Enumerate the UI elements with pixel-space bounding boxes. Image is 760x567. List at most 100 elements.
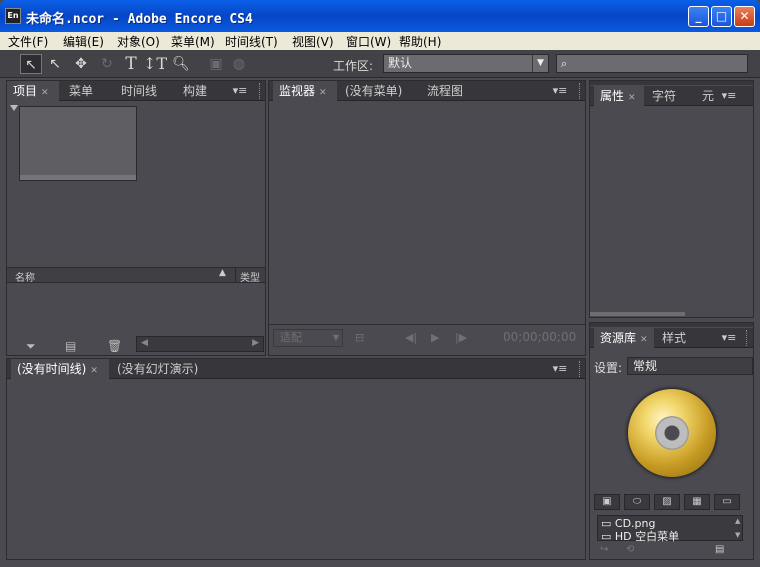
panel-top-strip — [590, 81, 753, 85]
panel-top-strip — [590, 323, 753, 327]
tab-no-slideshow[interactable]: (没有幻灯演示) — [111, 359, 217, 379]
column-type[interactable]: 类型 — [240, 269, 260, 284]
preview-icon[interactable]: ▣ — [205, 54, 227, 74]
control-divider — [269, 324, 585, 325]
menu-view[interactable]: 视图(V) — [292, 33, 334, 50]
next-frame-icon[interactable]: |▶ — [455, 331, 467, 344]
title-bar[interactable]: En 未命名.ncor - Adobe Encore CS4 _ □ ✕ — [0, 0, 760, 32]
library-item-cd[interactable]: ▭ CD.png — [601, 517, 741, 530]
safe-area-icon[interactable]: ⊟ — [355, 331, 364, 344]
fit-value: 适配 — [280, 331, 302, 344]
horizontal-scrollbar[interactable]: ◀ ▶ — [136, 336, 264, 352]
disc-hole — [655, 416, 689, 450]
rotate-tool-icon[interactable]: ↻ — [96, 54, 118, 74]
panel-menu-icon[interactable]: ▾≡ — [551, 361, 569, 377]
properties-tab-bar: 属性 ✕ 字符 元 ▾≡ — [590, 86, 753, 106]
tab-menu[interactable]: 菜单 — [63, 81, 113, 101]
text-tool-icon[interactable]: T — [120, 54, 142, 74]
menu-menu[interactable]: 菜单(M) — [171, 33, 215, 50]
folder-icon[interactable]: ▭ — [714, 494, 740, 510]
chevron-down-icon[interactable]: ▼ — [532, 55, 548, 72]
expand-triangle-icon[interactable] — [10, 105, 18, 111]
tab-no-timeline[interactable]: (没有时间线) ✕ — [11, 359, 109, 379]
sort-ascending-icon[interactable]: ▲ — [219, 268, 226, 278]
menu-edit[interactable]: 编辑(E) — [63, 33, 104, 50]
rounded-button-icon[interactable]: ⬭ — [624, 494, 650, 510]
previous-frame-icon[interactable]: ◀| — [405, 331, 417, 344]
tab-flowchart[interactable]: 流程图 — [421, 81, 481, 101]
menu-help[interactable]: 帮助(H) — [399, 33, 441, 50]
close-icon[interactable]: ✕ — [640, 335, 648, 345]
image-icon[interactable]: ▨ — [654, 494, 680, 510]
settings-label: 设置: — [594, 361, 623, 375]
minimize-button[interactable]: _ — [688, 6, 709, 27]
scroll-left-icon[interactable]: ◀ — [141, 338, 148, 348]
tab-library[interactable]: 资源库 ✕ — [594, 328, 654, 348]
panel-menu-icon[interactable]: ▾≡ — [551, 83, 569, 99]
panel-grip-icon[interactable] — [579, 361, 583, 377]
panel-menu-icon[interactable]: ▾≡ — [720, 330, 738, 346]
pattern-icon[interactable]: ▦ — [684, 494, 710, 510]
chevron-down-icon[interactable]: ▼ — [333, 330, 339, 346]
globe-icon[interactable]: ◍ — [228, 54, 250, 74]
window-title: 未命名.ncor - Adobe Encore CS4 — [26, 12, 253, 27]
tab-build[interactable]: 构建 — [177, 81, 227, 101]
menu-window[interactable]: 窗口(W) — [346, 33, 391, 50]
column-name[interactable]: 名称 — [15, 269, 35, 284]
search-input[interactable]: ⌕ — [556, 54, 748, 73]
scroll-indicator[interactable] — [590, 312, 685, 316]
delete-icon[interactable]: 🗑︎ — [107, 339, 122, 353]
move-tool-icon[interactable]: ✥ — [70, 54, 92, 74]
workspace-select[interactable]: 默认 ▼ — [383, 54, 549, 73]
panel-grip-icon[interactable] — [746, 330, 750, 346]
toolbar: ↖ ↖ ✥ ↻ T ↕T 🔍︎ ▣ ◍ 工作区: 默认 ▼ ⌕ — [0, 50, 760, 78]
tab-timeline[interactable]: 时间线 — [115, 81, 175, 101]
new-item-icon[interactable]: ▤ — [65, 339, 76, 353]
new-item-icon[interactable]: ▤ — [715, 544, 724, 555]
app-window: En 未命名.ncor - Adobe Encore CS4 _ □ ✕ 文件(… — [0, 0, 760, 567]
close-icon[interactable]: ✕ — [90, 366, 98, 376]
monitor-panel: 监视器 ✕ (没有菜单) 流程图 ▾≡ 适配 ▼ ⊟ ◀| ▶ |▶ 00;00;0… — [268, 80, 586, 356]
button-style-icon[interactable]: ▣ — [594, 494, 620, 510]
panel-menu-icon[interactable]: ▾≡ — [231, 83, 249, 99]
selection-tool-icon[interactable]: ↖ — [20, 54, 42, 74]
close-button[interactable]: ✕ — [734, 6, 755, 27]
menu-file[interactable]: 文件(F) — [8, 33, 48, 50]
tab-character[interactable]: 字符 — [646, 86, 696, 106]
filter-icon[interactable]: ⏷ — [26, 339, 36, 353]
properties-panel: 属性 ✕ 字符 元 ▾≡ — [589, 80, 754, 318]
fit-select[interactable]: 适配 ▼ — [273, 329, 343, 347]
settings-select[interactable]: 常规 — [627, 357, 753, 375]
menu-timeline[interactable]: 时间线(T) — [225, 33, 278, 50]
scroll-down-icon[interactable]: ▼ — [735, 531, 740, 539]
encore-app-icon[interactable]: En — [5, 8, 21, 24]
tab-styles[interactable]: 样式 — [656, 328, 706, 348]
tab-properties[interactable]: 属性 ✕ — [594, 86, 644, 106]
close-icon[interactable]: ✕ — [319, 88, 327, 98]
scroll-up-icon[interactable]: ▲ — [735, 517, 740, 525]
close-icon[interactable]: ✕ — [628, 93, 636, 103]
zoom-tool-icon[interactable]: 🔍︎ — [170, 54, 192, 74]
timecode-display[interactable]: 00;00;00;00 — [503, 330, 576, 344]
tab-no-menu[interactable]: (没有菜单) — [339, 81, 419, 101]
menu-bar: 文件(F) 编辑(E) 对象(O) 菜单(M) 时间线(T) 视图(V) 窗口(… — [0, 32, 760, 50]
tab-metadata[interactable]: 元 — [696, 86, 720, 106]
library-item-hd-menu[interactable]: ▭ HD 空白菜单 — [601, 530, 741, 543]
close-icon[interactable]: ✕ — [41, 88, 49, 98]
panel-grip-icon[interactable] — [259, 83, 263, 99]
vertical-text-tool-icon[interactable]: ↕T — [143, 54, 167, 74]
maximize-button[interactable]: □ — [711, 6, 732, 27]
replace-icon[interactable]: ⟲ — [626, 544, 634, 555]
panel-menu-icon[interactable]: ▾≡ — [720, 88, 738, 104]
menu-icon: ▭ — [601, 530, 615, 543]
play-icon[interactable]: ▶ — [431, 331, 439, 344]
scroll-right-icon[interactable]: ▶ — [252, 338, 259, 348]
timeline-panel: (没有时间线) ✕ (没有幻灯演示) ▾≡ — [6, 358, 586, 560]
settings-value: 常规 — [633, 359, 658, 373]
direct-select-tool-icon[interactable]: ↖ — [44, 54, 66, 74]
place-icon[interactable]: ↪ — [600, 544, 608, 555]
menu-object[interactable]: 对象(O) — [117, 33, 160, 50]
tab-project[interactable]: 项目 ✕ — [7, 81, 59, 101]
tab-monitor[interactable]: 监视器 ✕ — [273, 81, 337, 101]
panel-grip-icon[interactable] — [579, 83, 583, 99]
